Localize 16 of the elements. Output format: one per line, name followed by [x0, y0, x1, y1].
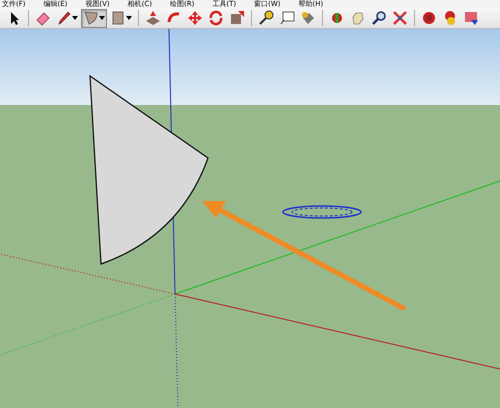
pencil-icon [56, 10, 72, 26]
pie-shape-icon [83, 10, 99, 26]
tool-button[interactable] [81, 8, 107, 28]
paint-bucket-icon [300, 10, 316, 26]
zoom-extents-icon [392, 10, 408, 26]
scale-icon [229, 10, 245, 26]
tape-measure-icon [258, 10, 274, 26]
tool-button[interactable] [390, 8, 410, 28]
components-icon [421, 10, 437, 26]
zoom-icon [371, 10, 387, 26]
rectangle-icon [110, 10, 126, 26]
push-pull-icon [145, 10, 161, 26]
text-label-icon [279, 10, 295, 26]
rotate-arrows-icon [208, 10, 224, 26]
eraser-icon [35, 10, 51, 26]
move-arrows-icon [187, 10, 203, 26]
